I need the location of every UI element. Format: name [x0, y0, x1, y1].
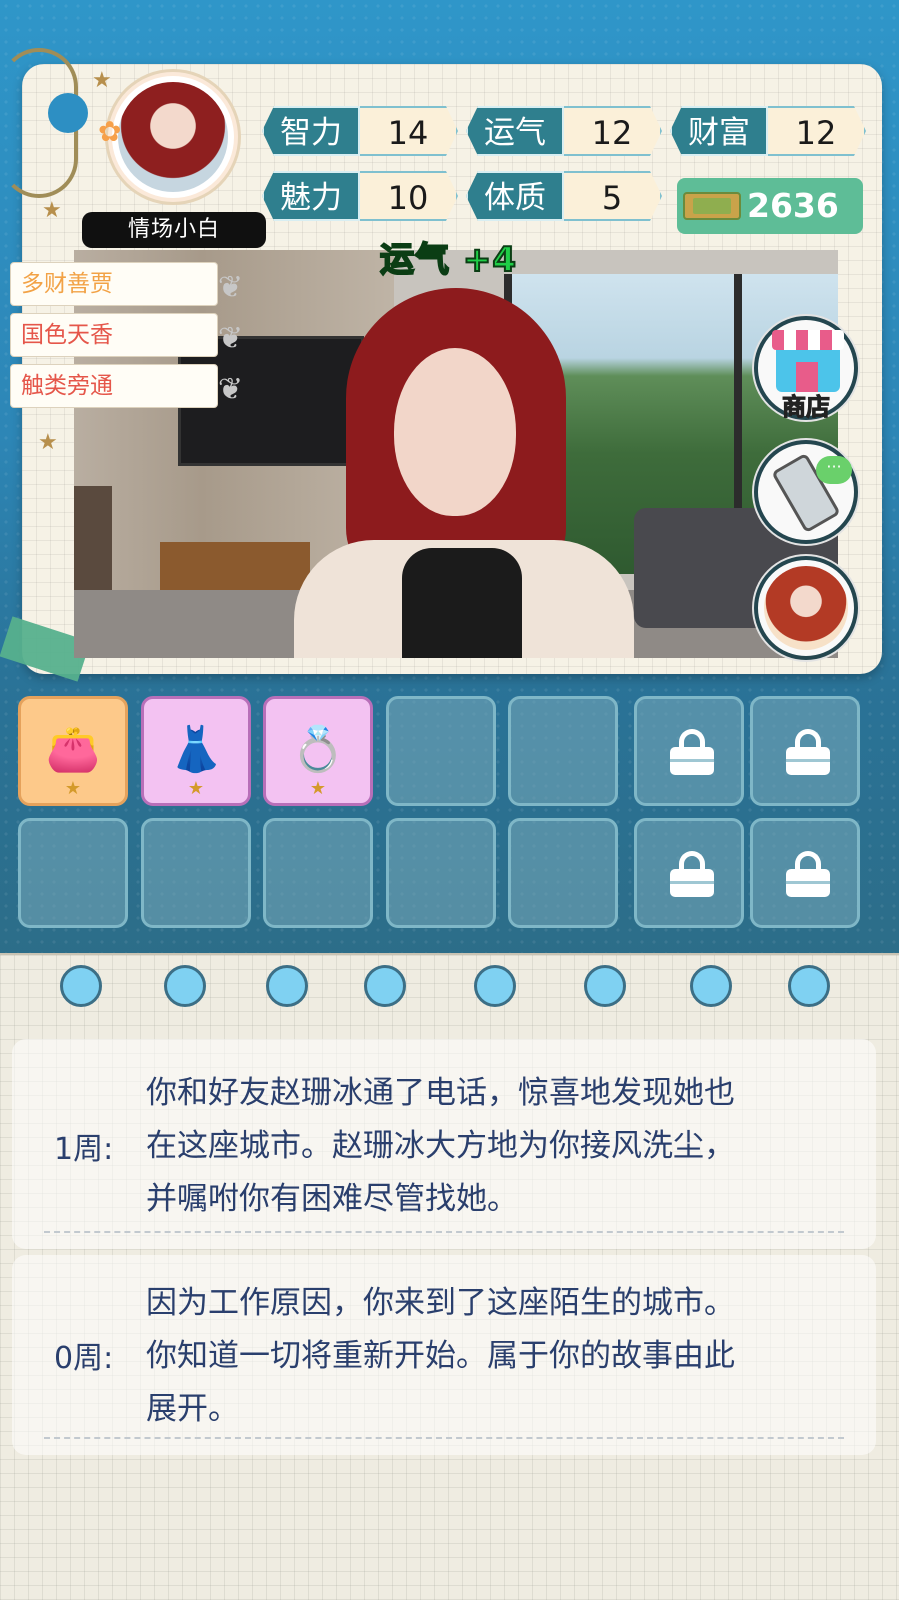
inventory-slot-empty[interactable]	[386, 696, 496, 806]
ring-icon: 💍	[290, 724, 346, 775]
log-text: 因为工作原因，你来到了这座陌生的城市。 你知道一切将重新开始。属于你的故事由此 …	[146, 1277, 856, 1436]
inventory-slot[interactable]: 💍 ★	[263, 696, 373, 806]
stat-luck: 运气 12	[466, 104, 662, 158]
room-scene	[74, 250, 838, 658]
inventory-slot-locked[interactable]	[750, 696, 860, 806]
log-text: 你和好友赵珊冰通了电话，惊喜地发现她也 在这座城市。赵珊冰大方地为你接风洗尘， …	[146, 1067, 856, 1226]
binder-ring-icon	[584, 965, 626, 1007]
butterfly-icon: ❦	[217, 372, 243, 407]
star-decoration-icon: ★	[38, 430, 58, 455]
lock-icon	[786, 851, 830, 897]
flower-decoration-icon: ✿	[98, 115, 122, 148]
inventory-slot-empty[interactable]	[508, 696, 618, 806]
stat-value: 10	[360, 171, 458, 221]
stat-label: 智力	[262, 106, 360, 156]
inventory-slot-locked[interactable]	[634, 818, 744, 928]
stat-value: 12	[564, 106, 662, 156]
clutch-bag-icon: 👛	[45, 724, 101, 775]
trait-tag[interactable]: 多财善贾 ❦	[10, 262, 243, 306]
log-line: 你和好友赵珊冰通了电话，惊喜地发现她也	[146, 1075, 735, 1111]
binder-ring-icon	[364, 965, 406, 1007]
stat-label: 体质	[466, 171, 564, 221]
shop-button[interactable]: 商店	[754, 316, 858, 422]
log-week: 0周:	[54, 1341, 114, 1376]
dashed-divider	[44, 1231, 844, 1233]
star-decoration-icon: ★	[42, 198, 62, 223]
player-avatar[interactable]	[108, 72, 238, 202]
inventory-slot-empty[interactable]	[141, 818, 251, 928]
trait-tag[interactable]: 国色天香 ❦	[10, 313, 243, 357]
inventory-slot-locked[interactable]	[750, 818, 860, 928]
inventory-slot-empty[interactable]	[263, 818, 373, 928]
log-line: 因为工作原因，你来到了这座陌生的城市。	[146, 1285, 735, 1321]
binder-ring-icon	[164, 965, 206, 1007]
shop-label: 商店	[782, 393, 831, 422]
character-button[interactable]	[754, 556, 858, 660]
stat-intelligence: 智力 14	[262, 104, 458, 158]
dashed-divider	[44, 1437, 844, 1439]
player-name: 情场小白	[82, 212, 266, 248]
stat-charm: 魅力 10	[262, 169, 458, 223]
binder-ring-icon	[266, 965, 308, 1007]
inventory-slot[interactable]: 👛 ★	[18, 696, 128, 806]
rarity-star-icon: ★	[187, 778, 205, 799]
trait-label: 国色天香	[21, 322, 113, 348]
dress-icon: 👗	[168, 724, 224, 775]
lock-icon	[786, 729, 830, 775]
log-line: 你知道一切将重新开始。属于你的故事由此	[146, 1338, 735, 1374]
stat-change-popup: 运气 +4	[379, 239, 517, 281]
character-avatar	[764, 566, 848, 650]
log-line: 展开。	[146, 1391, 239, 1427]
rarity-star-icon: ★	[309, 778, 327, 799]
character-face	[394, 348, 516, 516]
lock-icon	[670, 729, 714, 775]
trait-label: 多财善贾	[21, 271, 113, 297]
butterfly-icon: ❦	[217, 321, 243, 356]
inventory-slot-empty[interactable]	[386, 818, 496, 928]
butterfly-icon: ❦	[217, 270, 243, 305]
log-week: 1周:	[54, 1132, 114, 1167]
chat-bubble-icon: ···	[816, 456, 852, 484]
log-line: 在这座城市。赵珊冰大方地为你接风洗尘，	[146, 1128, 735, 1164]
binder-hole	[48, 93, 88, 133]
binder-ring-icon	[788, 965, 830, 1007]
log-entry: 1周: 你和好友赵珊冰通了电话，惊喜地发现她也 在这座城市。赵珊冰大方地为你接风…	[12, 1039, 876, 1249]
binder-ring-icon	[474, 965, 516, 1007]
character-portrait	[294, 288, 634, 658]
cash-icon	[683, 192, 741, 220]
trait-label: 触类旁通	[21, 373, 113, 399]
stat-constitution: 体质 5	[466, 169, 662, 223]
stat-value: 12	[768, 106, 866, 156]
rarity-star-icon: ★	[64, 778, 82, 799]
inventory-slot-empty[interactable]	[508, 818, 618, 928]
inventory-slot[interactable]: 👗 ★	[141, 696, 251, 806]
stat-label: 运气	[466, 106, 564, 156]
inventory-grid: 👛 ★ 👗 ★ 💍 ★	[0, 676, 899, 956]
binder-ring-icon	[690, 965, 732, 1007]
phone-button[interactable]: ···	[754, 440, 858, 544]
binder-ring-icon	[60, 965, 102, 1007]
stat-label: 财富	[670, 106, 768, 156]
stat-label: 魅力	[262, 171, 360, 221]
character-shirt	[402, 548, 522, 658]
trait-tag[interactable]: 触类旁通 ❦	[10, 364, 243, 408]
money-value: 2636	[747, 186, 839, 225]
event-log[interactable]: 1周: 你和好友赵珊冰通了电话，惊喜地发现她也 在这座城市。赵珊冰大方地为你接风…	[0, 953, 899, 1600]
stat-value: 5	[564, 171, 662, 221]
stat-value: 14	[360, 106, 458, 156]
money-display: 2636	[677, 178, 863, 234]
shop-icon	[772, 330, 844, 392]
stat-wealth: 财富 12	[670, 104, 866, 158]
log-line: 并嘱咐你有困难尽管找她。	[146, 1181, 518, 1217]
lock-icon	[670, 851, 714, 897]
star-decoration-icon: ★	[92, 68, 112, 93]
log-entry: 0周: 因为工作原因，你来到了这座陌生的城市。 你知道一切将重新开始。属于你的故…	[12, 1255, 876, 1455]
inventory-slot-locked[interactable]	[634, 696, 744, 806]
inventory-slot-empty[interactable]	[18, 818, 128, 928]
